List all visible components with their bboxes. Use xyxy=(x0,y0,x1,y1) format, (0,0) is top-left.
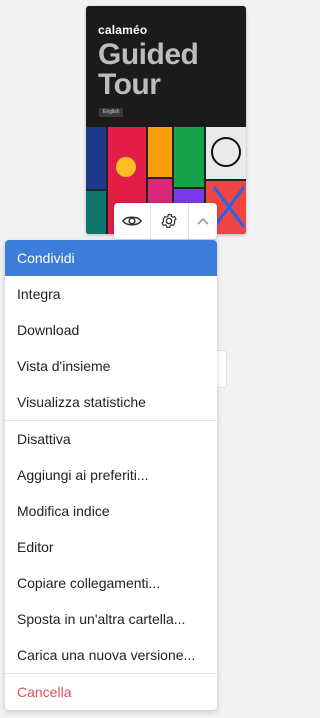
menu-item-carica-versione[interactable]: Carica una nuova versione... xyxy=(5,637,217,673)
settings-button[interactable] xyxy=(150,203,187,239)
thumbnail-toolbar xyxy=(114,203,217,239)
context-menu: Condividi Integra Download Vista d'insie… xyxy=(5,240,217,710)
menu-item-aggiungi-preferiti[interactable]: Aggiungi ai preferiti... xyxy=(5,457,217,493)
publication-thumbnail[interactable]: calaméo Guided Tour English xyxy=(86,6,246,234)
menu-item-cancella[interactable]: Cancella xyxy=(5,674,217,710)
cover-title: Guided Tour xyxy=(98,38,199,101)
menu-item-integra[interactable]: Integra xyxy=(5,276,217,312)
menu-item-sposta-cartella[interactable]: Sposta in un'altra cartella... xyxy=(5,601,217,637)
cover-title-line1: Guided xyxy=(98,38,199,71)
language-badge: English xyxy=(99,108,124,117)
menu-item-modifica-indice[interactable]: Modifica indice xyxy=(5,493,217,529)
eye-icon xyxy=(122,216,143,226)
brand-logo: calaméo xyxy=(98,23,148,37)
menu-item-download[interactable]: Download xyxy=(5,312,217,348)
menu-item-condividi[interactable]: Condividi xyxy=(5,240,217,276)
collapse-button[interactable] xyxy=(187,203,217,239)
menu-item-editor[interactable]: Editor xyxy=(5,529,217,565)
preview-button[interactable] xyxy=(114,203,150,239)
menu-item-copiare-collegamenti[interactable]: Copiare collegamenti... xyxy=(5,565,217,601)
gear-icon xyxy=(161,213,178,229)
cover-title-line2: Tour xyxy=(98,68,161,101)
chevron-up-icon xyxy=(197,217,209,225)
menu-item-vista-insieme[interactable]: Vista d'insieme xyxy=(5,348,217,384)
menu-item-disattiva[interactable]: Disattiva xyxy=(5,421,217,457)
menu-item-visualizza-statistiche[interactable]: Visualizza statistiche xyxy=(5,384,217,420)
